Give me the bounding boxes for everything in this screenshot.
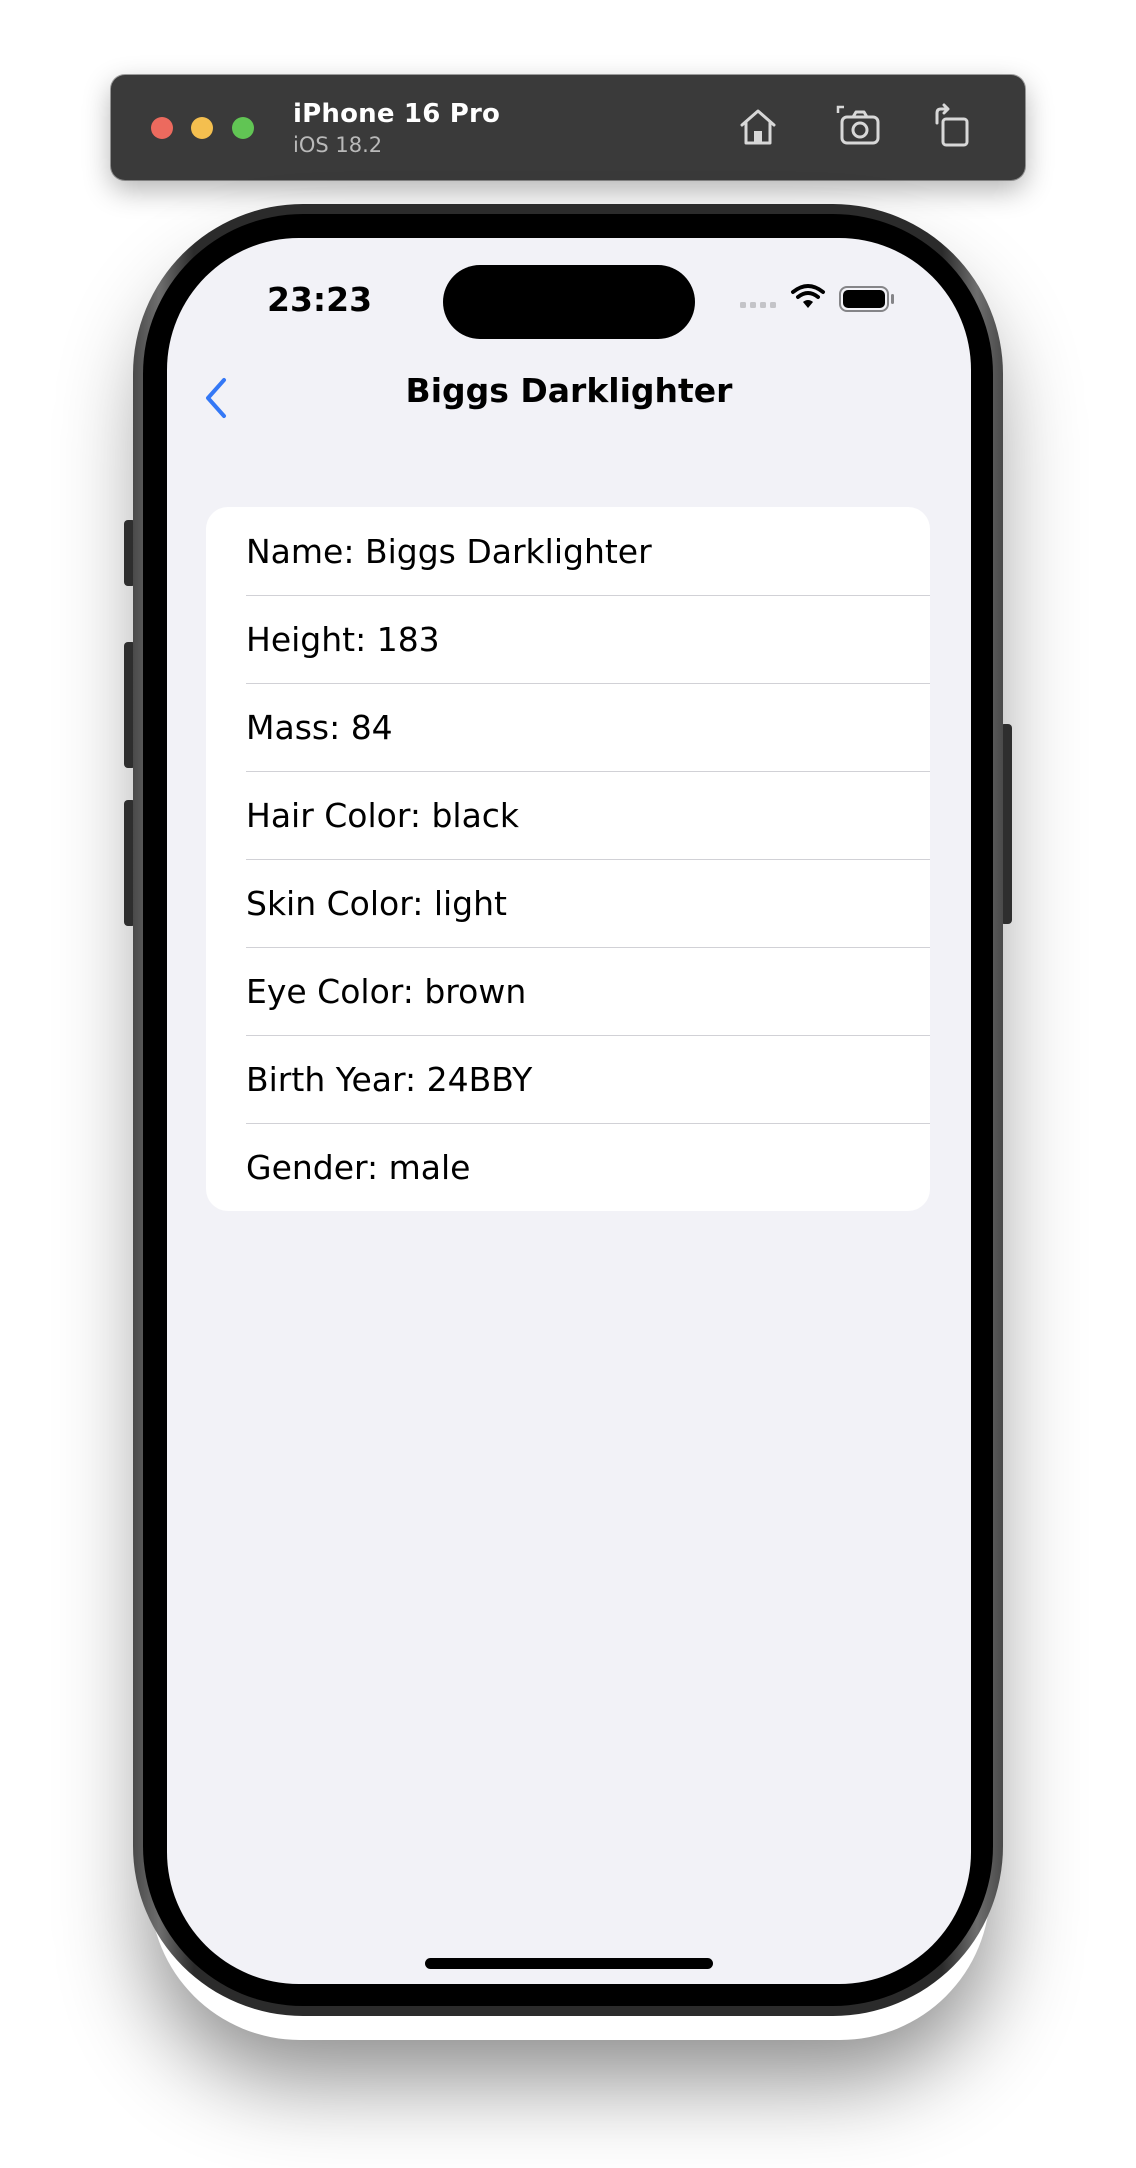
status-icons xyxy=(740,284,894,312)
detail-row-eye-color: Eye Color: brown xyxy=(206,947,930,1035)
simulator-device-name: iPhone 16 Pro xyxy=(293,99,501,129)
detail-row-height: Height: 183 xyxy=(206,595,930,683)
battery-icon xyxy=(839,286,894,312)
close-window-button[interactable] xyxy=(151,117,173,139)
detail-row-name: Name: Biggs Darklighter xyxy=(246,531,652,571)
iphone-screen: 23:23 Biggs Darklighter Name: Biggs Dark… xyxy=(167,238,971,1984)
detail-row-birth-year: Birth Year: 24BBY xyxy=(206,1035,930,1123)
home-indicator[interactable] xyxy=(425,1958,713,1969)
detail-row-gender: Gender: male xyxy=(206,1123,930,1211)
page-title: Biggs Darklighter xyxy=(405,371,733,410)
detail-list: Name: Biggs Darklighter Height: 183 Mass… xyxy=(206,507,930,1211)
zoom-window-button[interactable] xyxy=(232,117,254,139)
simulator-os-version: iOS 18.2 xyxy=(293,133,383,157)
rotate-icon[interactable] xyxy=(929,103,977,151)
detail-row-skin-color: Skin Color: light xyxy=(206,859,930,947)
dynamic-island xyxy=(443,265,695,339)
screenshot-icon[interactable] xyxy=(836,103,884,151)
cellular-signal-icon xyxy=(740,302,776,308)
home-icon[interactable] xyxy=(734,103,782,151)
detail-row-mass: Mass: 84 xyxy=(206,683,930,771)
simulator-toolbar: iPhone 16 Pro iOS 18.2 xyxy=(111,75,1025,180)
status-time: 23:23 xyxy=(267,280,373,319)
detail-row-hair-color: Hair Color: black xyxy=(206,771,930,859)
wifi-icon xyxy=(791,284,825,308)
minimize-window-button[interactable] xyxy=(191,117,213,139)
